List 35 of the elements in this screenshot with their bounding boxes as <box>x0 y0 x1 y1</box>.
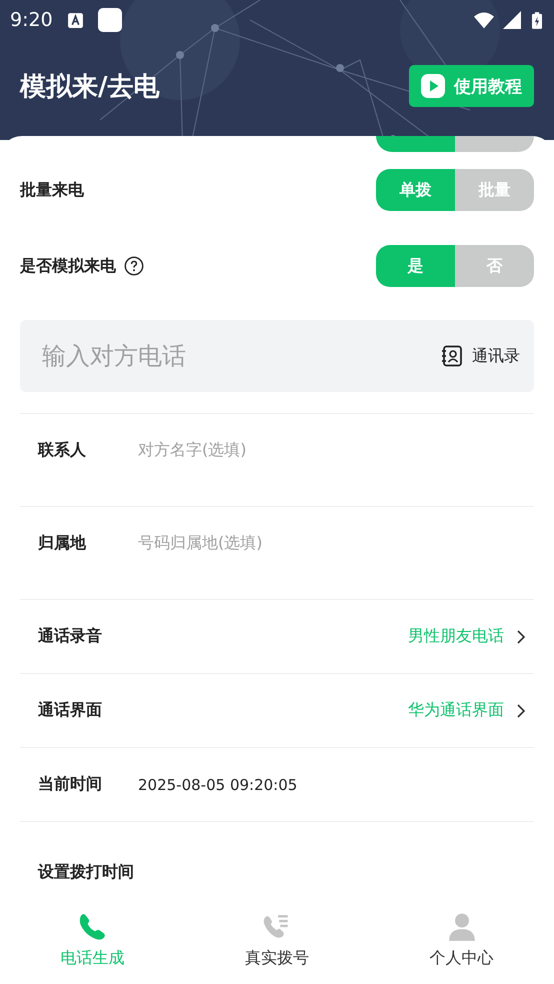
signal-icon <box>502 11 522 29</box>
field-label: 联系人 <box>38 440 87 461</box>
option-select[interactable]: 华为通话界面 <box>408 700 504 721</box>
setting-label: 是否模拟来电 <box>20 256 116 276</box>
nav-tab[interactable]: 电话生成 <box>0 910 185 984</box>
segment-option[interactable]: 是 <box>376 245 455 287</box>
chevron-right-icon <box>516 628 526 644</box>
person-icon <box>446 912 477 942</box>
field-label: 当前时间 <box>38 774 103 795</box>
status-time: 9:20 <box>10 9 53 31</box>
field-label: 通话界面 <box>38 700 103 721</box>
battery-icon <box>532 10 542 30</box>
time-value: 2025-08-05 09:20:05 <box>138 776 298 794</box>
play-icon <box>421 74 445 98</box>
tutorial-button[interactable]: 使用教程 <box>409 65 534 107</box>
wifi-icon <box>474 11 494 29</box>
page-title: 模拟来/去电 <box>20 70 160 104</box>
option-select[interactable]: 男性朋友电话 <box>408 626 504 647</box>
nav-tab[interactable]: 真实拨号 <box>184 910 370 984</box>
input-field[interactable]: 号码归属地(选填) <box>138 533 526 552</box>
input-field[interactable]: 对方名字(选填) <box>138 440 526 459</box>
help-icon[interactable] <box>124 256 144 276</box>
chevron-right-icon <box>516 702 526 718</box>
field-label: 通话录音 <box>38 626 103 647</box>
phone-icon <box>77 912 108 942</box>
nav-tab[interactable]: 个人中心 <box>369 910 554 984</box>
app-icon <box>98 8 122 32</box>
segment-option[interactable]: 单拨 <box>376 169 455 211</box>
contacts-icon <box>441 345 463 367</box>
setting-label: 批量来电 <box>20 180 84 200</box>
phone-input[interactable]: 输入对方电话 通讯录 <box>20 320 534 392</box>
field-label: 设置拨打时间 <box>38 862 135 883</box>
field-label: 归属地 <box>38 533 88 554</box>
segmented-toggle[interactable] <box>376 136 534 152</box>
contacts-button[interactable]: 通讯录 <box>441 345 520 367</box>
